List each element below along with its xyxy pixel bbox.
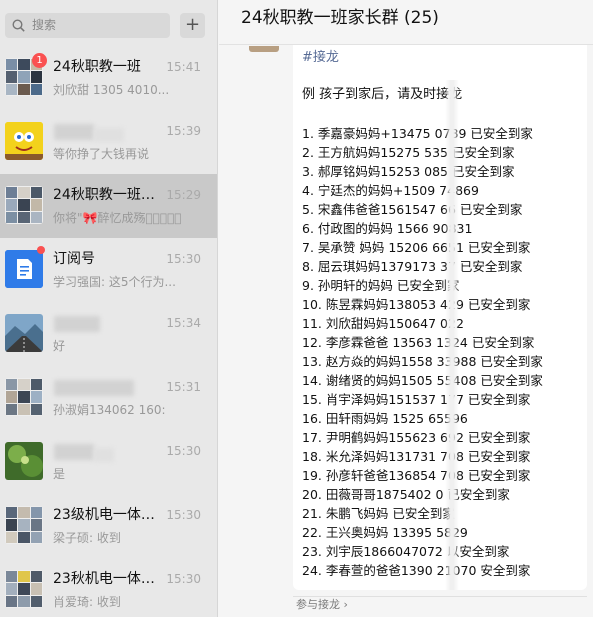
chat-panel: 24秋职教一班家长群 (25) #接龙 例 孩子到家后，请及时接龙 1. 季嘉豪… [219, 0, 593, 617]
hidden-name [54, 316, 100, 332]
conversation-item[interactable]: 15:30 是 [0, 430, 217, 494]
solitaire-tag[interactable]: #接龙 [302, 49, 339, 66]
conversation-preview: 梁子硕: 收到 [53, 531, 121, 545]
conversation-item[interactable]: 订阅号 15:30 学习强国: 这5个行为... [0, 238, 217, 302]
conversation-preview: 刘欣甜 1305 4010... [53, 83, 170, 97]
leaf-photo-icon [5, 442, 43, 480]
hidden-name [54, 124, 94, 140]
conversation-item[interactable]: 23级机电一体化... 15:30 梁子硕: 收到 [0, 494, 217, 558]
solitaire-message-bubble[interactable]: #接龙 例 孩子到家后，请及时接龙 1. 季嘉豪妈妈+13475 0789 已安… [293, 45, 587, 590]
conversation-preview: 肖爱琦: 收到 [53, 595, 121, 609]
conversation-item-active[interactable]: 24秋职教一班家... 15:29 你将"🎀醉忆成殇      [0, 174, 217, 238]
conversation-preview: 你将"🎀醉忆成殇      [53, 211, 182, 225]
subscription-avatar [5, 250, 43, 288]
conversation-preview: 学习强国: 这5个行为... [53, 275, 176, 289]
add-button[interactable]: + [180, 13, 205, 38]
conversation-sidebar: 搜索 + 1 24秋职教一班 15:41 刘欣甜 1305 4010... 15… [0, 0, 218, 617]
search-icon [12, 19, 25, 32]
conversation-time: 15:30 [166, 572, 201, 586]
conversation-preview: 孙淑娟134062 160: [53, 403, 166, 417]
road-landscape-icon [5, 314, 43, 352]
contact-avatar [5, 314, 43, 352]
sponge-avatar-icon [5, 122, 43, 160]
conversation-preview: 好 [53, 339, 66, 353]
conversation-time: 15:41 [166, 60, 201, 74]
sender-avatar [249, 46, 279, 52]
conversation-preview: 是 [53, 467, 66, 481]
conversation-time: 15:30 [166, 444, 201, 458]
document-icon [5, 250, 43, 288]
conversation-time: 15:39 [166, 124, 201, 138]
unread-dot [37, 246, 45, 254]
redaction-strip [445, 80, 459, 590]
group-avatar [5, 506, 43, 544]
conversation-time: 15:30 [166, 508, 201, 522]
hidden-name [54, 444, 94, 460]
conversation-item[interactable]: 1 24秋职教一班 15:41 刘欣甜 1305 4010... [0, 46, 217, 110]
conversation-time: 15:31 [166, 380, 201, 394]
conversation-item[interactable]: 15:31 孙淑娟134062 160: [0, 366, 217, 430]
conversation-name: 23秋机电一体化... [53, 571, 163, 587]
conversation-name: 24秋职教一班 [53, 59, 141, 75]
group-avatar [5, 378, 43, 416]
conversation-time: 15:34 [166, 316, 201, 330]
conversation-name: 24秋职教一班家... [53, 187, 163, 203]
conversation-time: 15:30 [166, 252, 201, 266]
hidden-name [94, 128, 124, 142]
join-solitaire-link[interactable]: 参与接龙 › [293, 596, 587, 613]
chat-header: 24秋职教一班家长群 (25) [219, 0, 593, 45]
group-avatar [5, 186, 43, 224]
conversation-name: 23级机电一体化... [53, 507, 163, 523]
conversation-name: 订阅号 [53, 251, 95, 267]
group-avatar [5, 570, 43, 608]
search-placeholder: 搜索 [32, 18, 57, 32]
conversation-time: 15:29 [166, 188, 201, 202]
chat-title: 24秋职教一班家长群 (25) [241, 8, 439, 28]
conversation-item[interactable]: 23秋机电一体化... 15:30 肖爱琦: 收到 [0, 558, 217, 617]
hidden-name [94, 448, 114, 462]
conversation-item[interactable]: 15:34 好 [0, 302, 217, 366]
conversation-preview: 等你挣了大钱再说 [53, 147, 150, 161]
contact-avatar [5, 122, 43, 160]
conversation-item[interactable]: 15:39 等你挣了大钱再说 [0, 110, 217, 174]
unread-badge: 1 [32, 53, 47, 68]
contact-avatar [5, 442, 43, 480]
search-input[interactable]: 搜索 [5, 13, 170, 38]
solitaire-example: 例 孩子到家后，请及时接龙 [302, 87, 463, 102]
hidden-name [54, 380, 134, 396]
